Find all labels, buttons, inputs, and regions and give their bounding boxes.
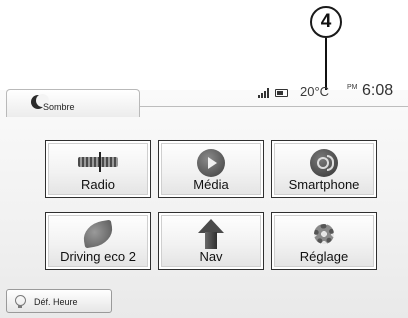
smartphone-icon [310, 149, 338, 177]
tile-label: Réglage [299, 249, 349, 264]
bulb-icon [15, 295, 26, 308]
tile-driving-eco[interactable]: Driving eco 2 [45, 212, 151, 270]
night-mode-tab[interactable]: Sombre [6, 89, 140, 117]
tile-media[interactable]: Média [158, 140, 264, 198]
set-time-button[interactable]: Déf. Heure [6, 289, 112, 313]
temperature: 20°C [300, 84, 330, 99]
callout-number: 4 [310, 6, 342, 38]
screen [0, 90, 408, 318]
tile-label: Nav [199, 249, 223, 264]
media-icon [197, 149, 225, 177]
signal-icon [258, 88, 272, 98]
tile-label: Smartphone [288, 177, 360, 192]
tile-label: Média [193, 177, 229, 192]
radio-icon [78, 152, 118, 172]
gear-icon [311, 221, 337, 247]
clock: 6:08 [362, 82, 394, 99]
mode-label: Sombre [43, 102, 75, 112]
tile-label: Driving eco 2 [60, 249, 136, 264]
tile-radio[interactable]: Radio [45, 140, 151, 198]
battery-icon [275, 89, 288, 97]
am-pm-indicator: PM [347, 84, 358, 91]
tile-smartphone[interactable]: Smartphone [271, 140, 377, 198]
tile-nav[interactable]: Nav [158, 212, 264, 270]
tile-label: Radio [81, 177, 115, 192]
set-time-label: Déf. Heure [34, 297, 78, 307]
navigation-arrow-icon [198, 219, 224, 249]
eco-leaf-icon [81, 219, 115, 249]
tile-settings[interactable]: Réglage [271, 212, 377, 270]
